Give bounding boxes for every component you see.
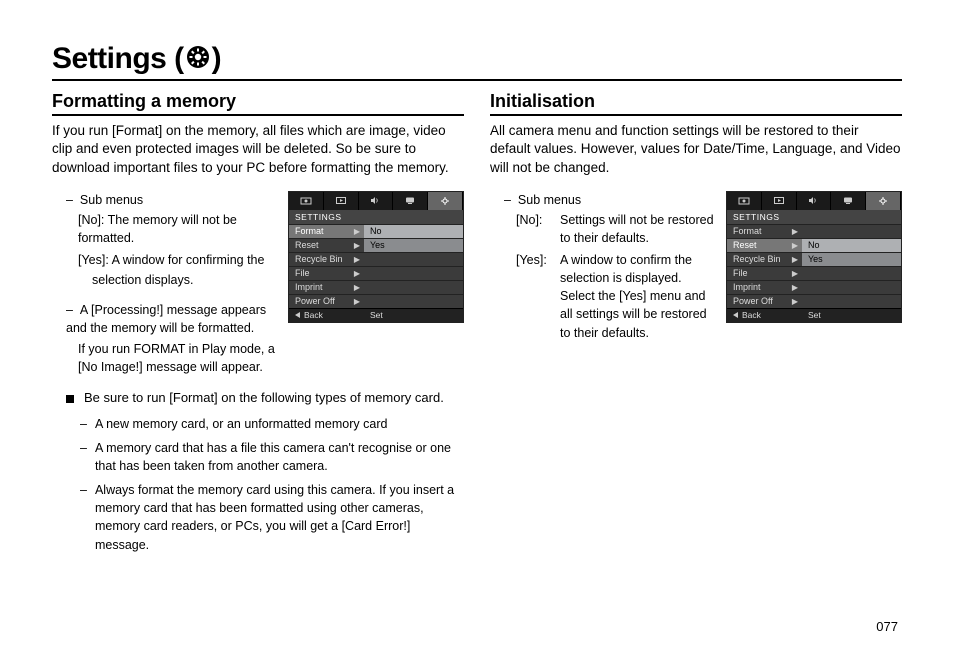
square-bullet-icon [66,395,74,403]
processing-note: A [Processing!] message appears and the … [66,303,266,335]
lcd-row-file: File▶ [289,266,463,280]
yes-label: [Yes]: [516,251,560,342]
lcd-tab-camera-icon [727,192,762,210]
lcd-tab-settings-icon [866,192,901,210]
lcd-tab-sound-icon [797,192,832,210]
noimage-note: If you run FORMAT in Play mode, a [No Im… [78,342,275,374]
lcd-tabs [289,192,463,210]
page-title-row: Settings () [52,42,902,81]
gear-icon [186,43,210,77]
lcd-tabs-2 [727,192,901,210]
dash-item-3: Always format the memory card using this… [95,481,464,554]
back-arrow-icon [733,312,738,318]
lcd-tab-display-icon [831,192,866,210]
page-title: Settings () [52,42,221,77]
section-heading-init: Initialisation [490,91,902,116]
back-arrow-icon [295,312,300,318]
submenu-label: Sub menus [80,193,143,207]
title-text-prefix: Settings ( [52,42,184,75]
lcd-row-recycle: Recycle Bin▶ [289,252,463,266]
submenu-block-left: – Sub menus [No]: The memory will not be… [52,191,464,378]
lcd-row-format-2: Format▶ [727,224,901,238]
submenu-text-right: – Sub menus [No]:Settings will not be re… [490,191,718,342]
intro-format: If you run [Format] on the memory, all f… [52,122,464,177]
submenu-text-left: – Sub menus [No]: The memory will not be… [52,191,280,378]
lcd-tab-settings-icon [428,192,463,210]
lcd-row-poweroff: Power Off▶ [289,294,463,308]
yes-text: A window to confirm the selection is dis… [560,251,718,342]
lcd-footer-2: BackSet [727,308,901,322]
dash-item-1: A new memory card, or an unformatted mem… [95,415,387,433]
lcd-title: SETTINGS [289,210,463,224]
bullet-lead-row: Be sure to run [Format] on the following… [66,390,464,405]
intro-init: All camera menu and function settings wi… [490,122,902,177]
lcd-tab-display-icon [393,192,428,210]
dash-list: –A new memory card, or an unformatted me… [80,415,464,554]
camera-lcd-format: SETTINGS Format▶No Reset▶Yes Recycle Bin… [288,191,464,323]
page-number: 077 [876,619,898,634]
submenu-no: [No]: The memory will not be formatted. [78,213,237,245]
no-text: Settings will not be restored to their d… [560,211,718,247]
manual-page: Settings () Formatting a memory If you r… [0,0,954,660]
camera-lcd-init: SETTINGS Format▶ Reset▶No Recycle Bin▶Ye… [726,191,902,323]
no-label: [No]: [516,211,560,247]
lcd-row-reset-2: Reset▶No [727,238,901,252]
lcd-row-poweroff-2: Power Off▶ [727,294,901,308]
right-column: Initialisation All camera menu and funct… [490,91,902,560]
lcd-row-imprint-2: Imprint▶ [727,280,901,294]
lcd-row-recycle-2: Recycle Bin▶Yes [727,252,901,266]
content-columns: Formatting a memory If you run [Format] … [52,91,902,560]
dash-item-2: A memory card that has a file this camer… [95,439,464,475]
lcd-tab-play-icon [324,192,359,210]
lcd-row-format: Format▶No [289,224,463,238]
lcd-title-2: SETTINGS [727,210,901,224]
title-text-suffix: ) [212,42,222,75]
lcd-row-file-2: File▶ [727,266,901,280]
left-column: Formatting a memory If you run [Format] … [52,91,464,560]
lcd-tab-sound-icon [359,192,394,210]
lcd-footer: BackSet [289,308,463,322]
lcd-row-imprint: Imprint▶ [289,280,463,294]
lcd-tab-camera-icon [289,192,324,210]
submenu-label-r: Sub menus [518,193,581,207]
bullet-lead-text: Be sure to run [Format] on the following… [84,390,444,405]
lcd-row-reset: Reset▶Yes [289,238,463,252]
submenu-block-right: – Sub menus [No]:Settings will not be re… [490,191,902,342]
lcd-tab-play-icon [762,192,797,210]
section-heading-format: Formatting a memory [52,91,464,116]
